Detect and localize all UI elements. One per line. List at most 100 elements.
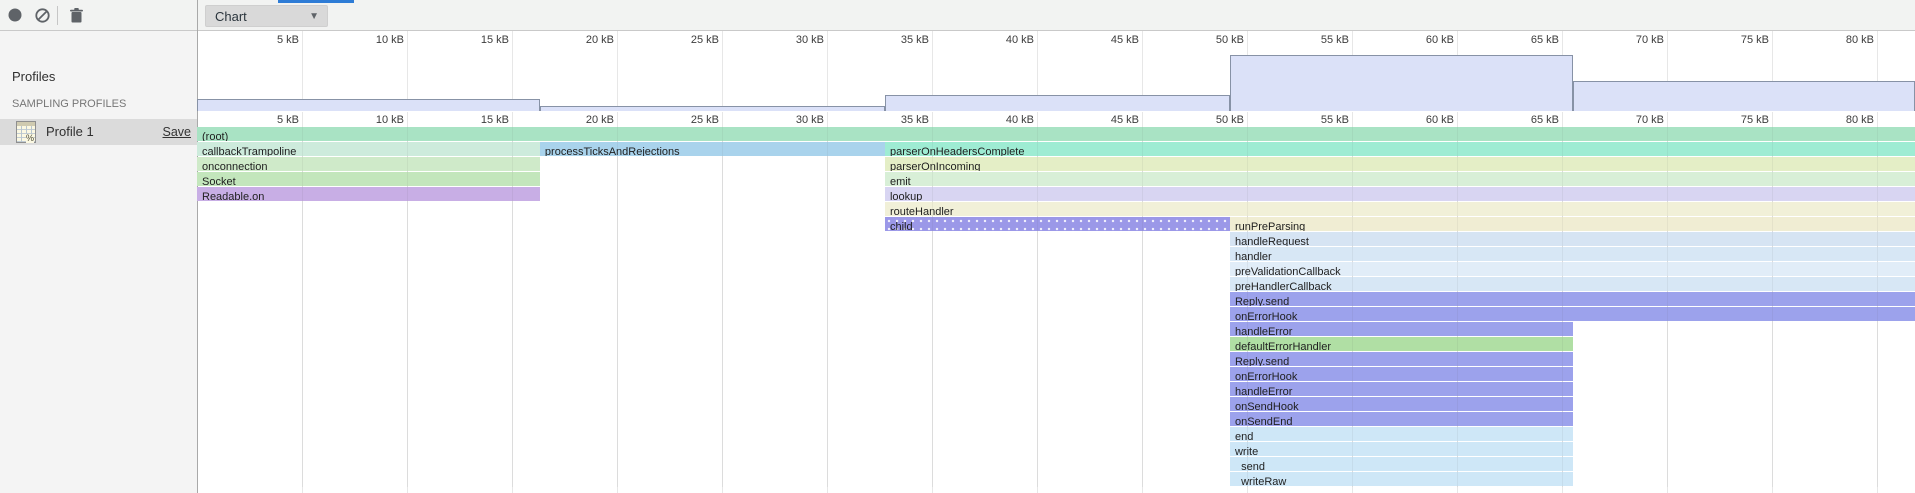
frame-label: handleRequest [1230,235,1309,246]
frame-label: emit [885,175,911,186]
flame-tick-label: 35 kB [901,114,929,126]
flame-frame[interactable]: defaultErrorHandler [1230,337,1573,351]
flame-tick-label: 15 kB [481,114,509,126]
flame-frame[interactable]: onErrorHook [1230,307,1915,321]
frame-label: onErrorHook [1230,370,1297,381]
active-tab-indicator [278,0,354,3]
flame-frame[interactable]: Reply.send [1230,292,1915,306]
block-icon [35,8,50,23]
flame-frame[interactable]: _writeRaw [1230,472,1573,486]
overview-tick-label: 10 kB [376,34,404,46]
flame-frame[interactable]: onconnection [197,157,540,171]
frame-label: onSendHook [1230,400,1299,411]
memory-panel: Chart ▼ Profiles SAMPLING PROFILES % Pro… [0,0,1915,493]
flame-frame[interactable]: runPreParsing [1230,217,1915,231]
profile-item[interactable]: % Profile 1 Save [0,119,197,145]
flame-frame[interactable]: end [1230,427,1573,441]
frame-label: handler [1230,250,1272,261]
flame-tick-label: 25 kB [691,114,719,126]
overview-tick-label: 50 kB [1216,34,1244,46]
overview-tick-label: 80 kB [1846,34,1874,46]
overview-gridline [827,31,828,111]
flame-tick-label: 65 kB [1531,114,1559,126]
frame-label: preHandlerCallback [1230,280,1332,291]
flame-gridline-over [722,127,723,487]
overview-segment[interactable] [197,99,540,111]
flame-gridline-over [302,127,303,487]
flame-frame[interactable]: handler [1230,247,1915,261]
flame-frame[interactable]: onErrorHook [1230,367,1573,381]
overview-tick-label: 45 kB [1111,34,1139,46]
allocation-flame-chart: 5 kB10 kB15 kB20 kB25 kB30 kB35 kB40 kB4… [198,31,1915,493]
flame-tick-label: 5 kB [277,114,299,126]
frame-label: handleError [1230,325,1292,336]
frame-label: defaultErrorHandler [1230,340,1331,351]
flame-tick-label: 45 kB [1111,114,1139,126]
frame-label: routeHandler [885,205,954,216]
overview-gridline [722,31,723,111]
flame-tick-label: 55 kB [1321,114,1349,126]
flame-frame[interactable]: handleError [1230,382,1573,396]
flame-frame[interactable]: preHandlerCallback [1230,277,1915,291]
flame-frame[interactable]: parserOnHeadersComplete [885,142,1915,156]
flame-frame[interactable]: Socket [197,172,540,186]
flame-frame[interactable]: emit [885,172,1915,186]
flame-frame[interactable]: routeHandler [885,202,1915,216]
flame-frame[interactable]: handleError [1230,322,1573,336]
clear-all-profiles-button[interactable] [33,0,51,30]
save-profile-link[interactable]: Save [163,119,192,145]
flame-frame[interactable]: onSendEnd [1230,412,1573,426]
view-mode-value: Chart [206,9,309,24]
overview-tick-label: 55 kB [1321,34,1349,46]
frame-label: child [885,220,913,231]
profiler-toolbar: Chart ▼ [0,0,1915,31]
flame-frame[interactable]: processTicksAndRejections [540,142,885,156]
frame-label: callbackTrampoline [197,145,296,156]
toolbar-separator [57,6,58,25]
overview-tick-label: 65 kB [1531,34,1559,46]
overview-tick-label: 5 kB [277,34,299,46]
frame-label: handleError [1230,385,1292,396]
delete-profile-button[interactable] [67,0,85,30]
flame-frame[interactable]: Readable.on [197,187,540,201]
frame-label: Socket [197,175,236,186]
flame-frame[interactable]: Reply.send [1230,352,1573,366]
frame-label: processTicksAndRejections [540,145,680,156]
flame-frame[interactable]: handleRequest [1230,232,1915,246]
sampling-profiles-section-header: SAMPLING PROFILES [12,98,126,110]
flame-tick-label: 75 kB [1741,114,1769,126]
percent-glyph: % [26,134,34,143]
flame-gridline-over [1667,127,1668,487]
overview-segment[interactable] [540,106,885,111]
flame-frame[interactable]: child [885,217,1230,231]
overview-tick-label: 15 kB [481,34,509,46]
overview-tick-label: 75 kB [1741,34,1769,46]
flame-frame[interactable]: callbackTrampoline [197,142,540,156]
profile-name: Profile 1 [46,119,94,145]
record-button[interactable] [6,0,24,30]
flame-tick-label: 50 kB [1216,114,1244,126]
view-mode-select[interactable]: Chart ▼ [205,5,328,27]
chevron-down-icon: ▼ [309,11,327,22]
flame-tick-label: 10 kB [376,114,404,126]
frame-label: onErrorHook [1230,310,1297,321]
flame-frame[interactable]: preValidationCallback [1230,262,1915,276]
flame-frame[interactable]: _send [1230,457,1573,471]
overview-segment[interactable] [1573,81,1915,111]
frame-label: runPreParsing [1230,220,1305,231]
overview-segment[interactable] [1230,55,1573,111]
overview-tick-label: 60 kB [1426,34,1454,46]
flame-frame[interactable]: parserOnIncoming [885,157,1915,171]
flame-frame[interactable]: (root) [197,127,1915,141]
flame-gridline-over [512,127,513,487]
record-icon [8,8,22,22]
flame-tick-label: 60 kB [1426,114,1454,126]
frame-label: Readable.on [197,190,264,201]
flame-frame[interactable]: write_ [1230,442,1573,456]
flame-frame[interactable]: lookup [885,187,1915,201]
frame-label: onSendEnd [1230,415,1293,426]
flame-frame[interactable]: onSendHook [1230,397,1573,411]
flame-tick-label: 70 kB [1636,114,1664,126]
flame-gridline-over [1772,127,1773,487]
overview-segment[interactable] [885,95,1230,111]
